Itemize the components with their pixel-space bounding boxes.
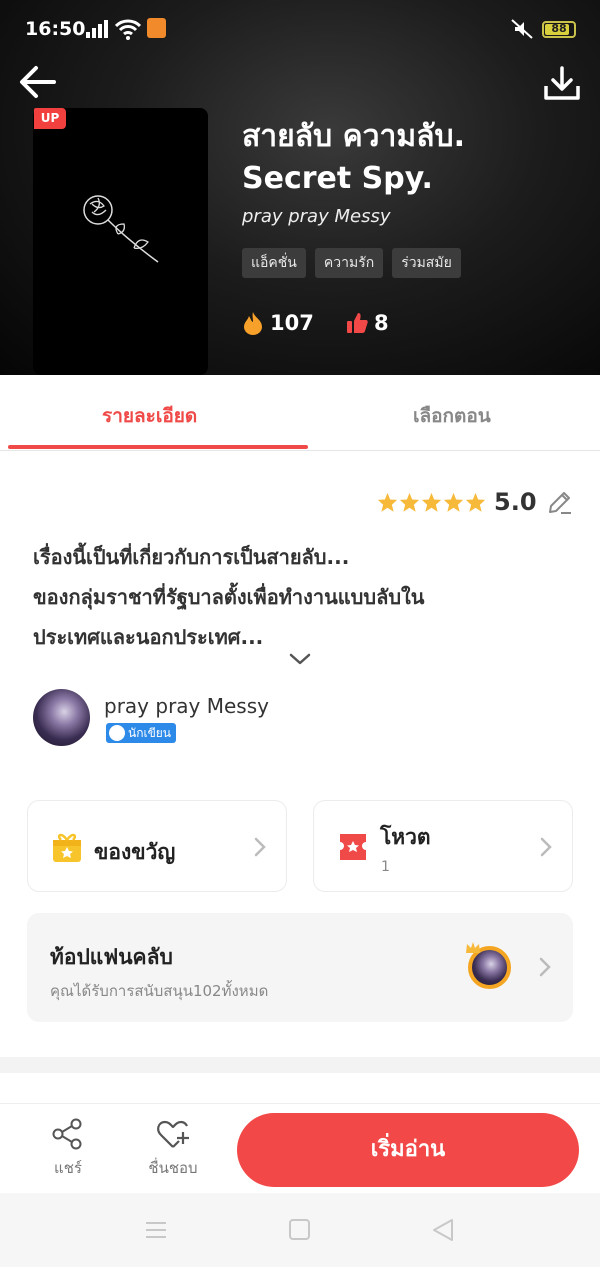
quill-icon [109,725,125,741]
writer-badge-label: นักเขียน [128,726,172,740]
gift-label: ของขวัญ [94,840,176,864]
active-tab-indicator [8,445,308,449]
writer-avatar[interactable] [33,689,90,746]
share-label: แชร์ [54,1159,82,1177]
share-button[interactable]: แชร์ [40,1118,96,1180]
star-icon [465,492,486,512]
mute-icon [511,19,533,39]
star-icon [443,492,464,512]
popularity-stat: 107 [242,311,314,335]
rose-illustration [83,195,159,263]
top-fan-club[interactable]: ท้อปแฟนคลับ คุณได้รับการสนับสนุน102ทั้งห… [27,913,573,1022]
heart-plus-icon [157,1120,189,1148]
expand-chevron-icon[interactable] [288,650,312,668]
chevron-right-icon [539,957,551,977]
tag-action[interactable]: แอ็คชั่น [242,248,306,278]
system-nav-bar [0,1193,600,1267]
app-notification-icon [147,18,166,38]
battery-text: 88 [551,22,567,35]
like-count: 8 [374,311,389,335]
start-reading-button[interactable]: เริ่มอ่าน [237,1113,579,1187]
writer-name[interactable]: pray pray Messy [104,694,269,718]
status-time: 16:50 [25,18,86,40]
thumbs-up-icon [347,313,368,333]
crown-icon [466,942,480,953]
chevron-right-icon [540,837,552,857]
synopsis: เรื่องนี้เป็นที่เกี่ยวกับการเป็นสายลับ..… [33,537,573,657]
star-icon [377,492,398,512]
rating-value: 5.0 [494,488,537,516]
battery-icon: 88 [542,21,576,38]
like-stat: 8 [346,311,389,335]
rating: 5.0 [377,488,573,516]
writer-badge: นักเขียน [106,723,177,743]
tab-episodes[interactable]: เลือกตอน [413,401,491,431]
tab-details[interactable]: รายละเอียด [102,401,197,431]
tag-contemporary[interactable]: ร่วมสมัย [392,248,461,278]
tag-romance[interactable]: ความรัก [314,248,384,278]
favorite-label: ชื่นชอบ [148,1159,198,1177]
share-icon [52,1118,82,1150]
signal-icon [86,20,108,38]
favorite-button[interactable]: ชื่นชอบ [140,1118,206,1180]
fanclub-subtitle: คุณได้รับการสนับสนุน102ทั้งหมด [50,982,269,1000]
section-divider [0,1057,600,1073]
nav-back-icon[interactable] [432,1218,454,1242]
gift-icon [53,833,81,862]
synopsis-line: ของกลุ่มราชาที่รัฐบาลตั้งเพื่อทำงานแบบลั… [33,585,425,609]
synopsis-line: เรื่องนี้เป็นที่เกี่ยวกับการเป็นสายลับ..… [33,545,350,569]
detail-tabs: รายละเอียด เลือกตอน [0,375,600,451]
gift-card[interactable]: ของขวัญ [27,800,287,892]
vote-card[interactable]: โหวต 1 [313,800,573,892]
download-icon[interactable] [542,64,582,104]
wifi-icon [115,19,141,40]
star-icon [421,492,442,512]
edit-rating-icon[interactable] [547,489,573,515]
back-arrow-icon[interactable] [18,62,58,102]
recent-apps-icon[interactable] [145,1220,167,1240]
book-author[interactable]: pray pray Messy [242,206,390,227]
update-badge: UP [34,108,66,129]
book-title: สายลับ ความลับ. Secret Spy. [242,119,465,196]
star-icon [399,492,420,512]
fire-count: 107 [270,311,314,335]
genre-tags: แอ็คชั่น ความรัก ร่วมสมัย [242,248,461,278]
status-bar: 16:50 88 [0,0,600,60]
book-header: 16:50 88 UP สายลับ ความลับ. Secret Spy. … [0,0,600,375]
ticket-icon [340,834,366,860]
vote-label: โหวต [380,825,431,849]
chevron-right-icon [254,837,266,857]
fanclub-title: ท้อปแฟนคลับ [50,945,173,969]
fire-icon [244,312,262,335]
vote-count: 1 [381,859,390,875]
bottom-action-bar: แชร์ ชื่นชอบ เริ่มอ่าน [0,1103,600,1193]
home-icon[interactable] [289,1219,310,1240]
